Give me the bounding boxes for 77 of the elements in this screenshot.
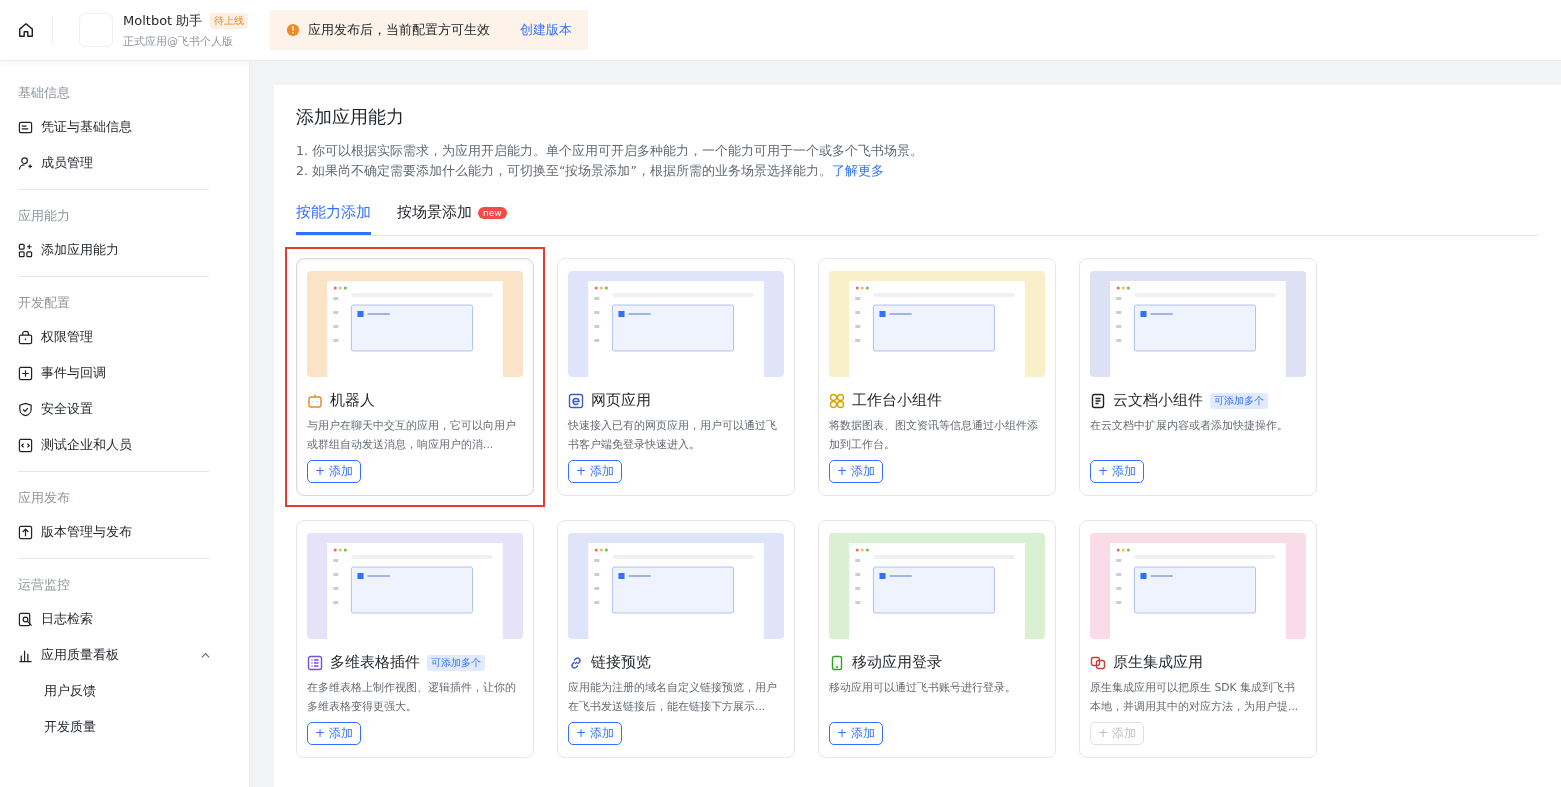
search-icon — [18, 611, 33, 627]
sidebar-item[interactable]: 日志检索 — [18, 601, 231, 637]
section-title: 开发配置 — [18, 294, 70, 312]
card-title: 移动应用登录 — [852, 653, 942, 672]
card-title: 机器人 — [330, 391, 375, 410]
capability-card[interactable]: 云文档小组件 可添加多个 在云文档中扩展内容或者添加快捷操作。 + 添加 — [1079, 258, 1317, 496]
sidebar-item[interactable]: 应用质量看板 — [18, 637, 231, 673]
sidebar-item[interactable]: 安全设置 — [18, 391, 231, 427]
multi-badge: 可添加多个 — [1210, 392, 1268, 409]
sidebar-item[interactable]: 权限管理 — [18, 319, 231, 355]
upload-icon — [18, 524, 33, 540]
capability-icon — [568, 654, 584, 671]
capability-card[interactable]: 网页应用 快速接入已有的网页应用，用户可以通过飞书客户端免登录快速进入。 + 添加 — [557, 258, 795, 496]
capability-card[interactable]: 工作台小组件 将数据图表、图文资讯等信息通过小组件添加到工作台。 + 添加 — [818, 258, 1056, 496]
sidebar-subitem[interactable]: 开发质量 — [18, 709, 231, 745]
sidebar-item[interactable]: 添加应用能力 — [18, 232, 231, 268]
sidebar-item[interactable]: 测试企业和人员 — [18, 427, 231, 463]
card-description: 快速接入已有的网页应用，用户可以通过飞书客户端免登录快速进入。 — [568, 418, 778, 453]
section-title: 应用能力 — [18, 207, 70, 225]
shield-icon — [18, 401, 33, 417]
app-name: Moltbot 助手 — [123, 11, 203, 30]
capability-card[interactable]: 多维表格插件 可添加多个 在多维表格上制作视图、逻辑插件，让你的多维表格变得更强大。 + 添加 — [296, 520, 534, 758]
add-button[interactable]: + 添加 — [1090, 460, 1144, 483]
tab[interactable]: 按场景添加 new — [397, 203, 507, 235]
notice-text: 应用发布后，当前配置方可生效 — [308, 21, 490, 39]
card-title: 多维表格插件 — [330, 653, 420, 672]
capability-card[interactable]: 链接预览 应用能为注册的域名自定义链接预览，用户在飞书发送链接后，能在链接下方展示... + 添加 — [557, 520, 795, 758]
card-title: 原生集成应用 — [1113, 653, 1203, 672]
add-button[interactable]: + 添加 — [568, 460, 622, 483]
section-title: 应用发布 — [18, 489, 70, 507]
capability-icon — [568, 392, 584, 409]
section-title: 运营监控 — [18, 576, 70, 594]
note-text: 2. 如果尚不确定需要添加什么能力，可切换至“按场景添加”，根据所需的业务场景选择能力。 — [296, 162, 832, 180]
learn-more-link[interactable]: 了解更多 — [831, 162, 884, 180]
add-button[interactable]: + 添加 — [829, 722, 883, 745]
card-description: 原生集成应用可以把原生 SDK 集成到飞书本地，并调用其中的对应方法，为用户提... — [1090, 680, 1300, 715]
card-description: 应用能为注册的域名自定义链接预览，用户在飞书发送链接后，能在链接下方展示... — [568, 680, 778, 715]
multi-badge: 可添加多个 — [427, 654, 485, 671]
section-title: 基础信息 — [18, 84, 70, 102]
sidebar-item[interactable]: 成员管理 — [18, 145, 231, 181]
card-description: 移动应用可以通过飞书账号进行登录。 — [829, 680, 1016, 696]
add-button[interactable]: + 添加 — [829, 460, 883, 483]
capability-icon — [829, 654, 845, 671]
home-icon[interactable] — [17, 21, 35, 39]
add-button[interactable]: + 添加 — [568, 722, 622, 745]
capability-icon — [307, 654, 323, 671]
card-title: 云文档小组件 — [1113, 391, 1203, 410]
capability-card[interactable]: 移动应用登录 移动应用可以通过飞书账号进行登录。 + 添加 — [818, 520, 1056, 758]
sidebar-item[interactable]: 事件与回调 — [18, 355, 231, 391]
card-title: 工作台小组件 — [852, 391, 942, 410]
tab[interactable]: 按能力添加 — [296, 203, 371, 235]
capability-icon — [1090, 654, 1106, 671]
sidebar-subitem[interactable]: 用户反馈 — [18, 673, 231, 709]
page-title: 添加应用能力 — [296, 105, 404, 129]
app-subtitle: 正式应用@飞书个人版 — [123, 33, 234, 49]
new-badge: new — [478, 206, 507, 219]
card-title: 链接预览 — [591, 653, 651, 672]
status-tag: 待上线 — [210, 12, 249, 29]
add-button[interactable]: + 添加 — [307, 460, 361, 483]
card-description: 将数据图表、图文资讯等信息通过小组件添加到工作台。 — [829, 418, 1039, 453]
card-title: 网页应用 — [591, 391, 651, 410]
lock-icon — [18, 329, 33, 345]
card-description: 在云文档中扩展内容或者添加快捷操作。 — [1090, 418, 1288, 434]
sidebar-item[interactable]: 凭证与基础信息 — [18, 109, 231, 145]
add-button[interactable]: + 添加 — [307, 722, 361, 745]
warning-icon — [286, 23, 300, 37]
capability-icon — [307, 392, 323, 409]
capability-icon — [829, 392, 845, 409]
member-icon — [18, 155, 33, 171]
sidebar-item[interactable]: 版本管理与发布 — [18, 514, 231, 550]
create-version-link[interactable]: 创建版本 — [520, 21, 572, 39]
capability-card[interactable]: 机器人 与用户在聊天中交互的应用，它可以向用户或群组自动发送消息，响应用户的消... + 添加 — [296, 258, 534, 496]
capability-icon — [1090, 392, 1106, 409]
grid-icon — [18, 242, 33, 258]
note-text: 1. 你可以根据实际需求，为应用开启能力。单个应用可开启多种能力，一个能力可用于一个或多个飞书场景。 — [296, 142, 923, 160]
card-description: 在多维表格上制作视图、逻辑插件，让你的多维表格变得更强大。 — [307, 680, 517, 715]
card-description: 与用户在聊天中交互的应用，它可以向用户或群组自动发送消息，响应用户的消... — [307, 418, 517, 453]
